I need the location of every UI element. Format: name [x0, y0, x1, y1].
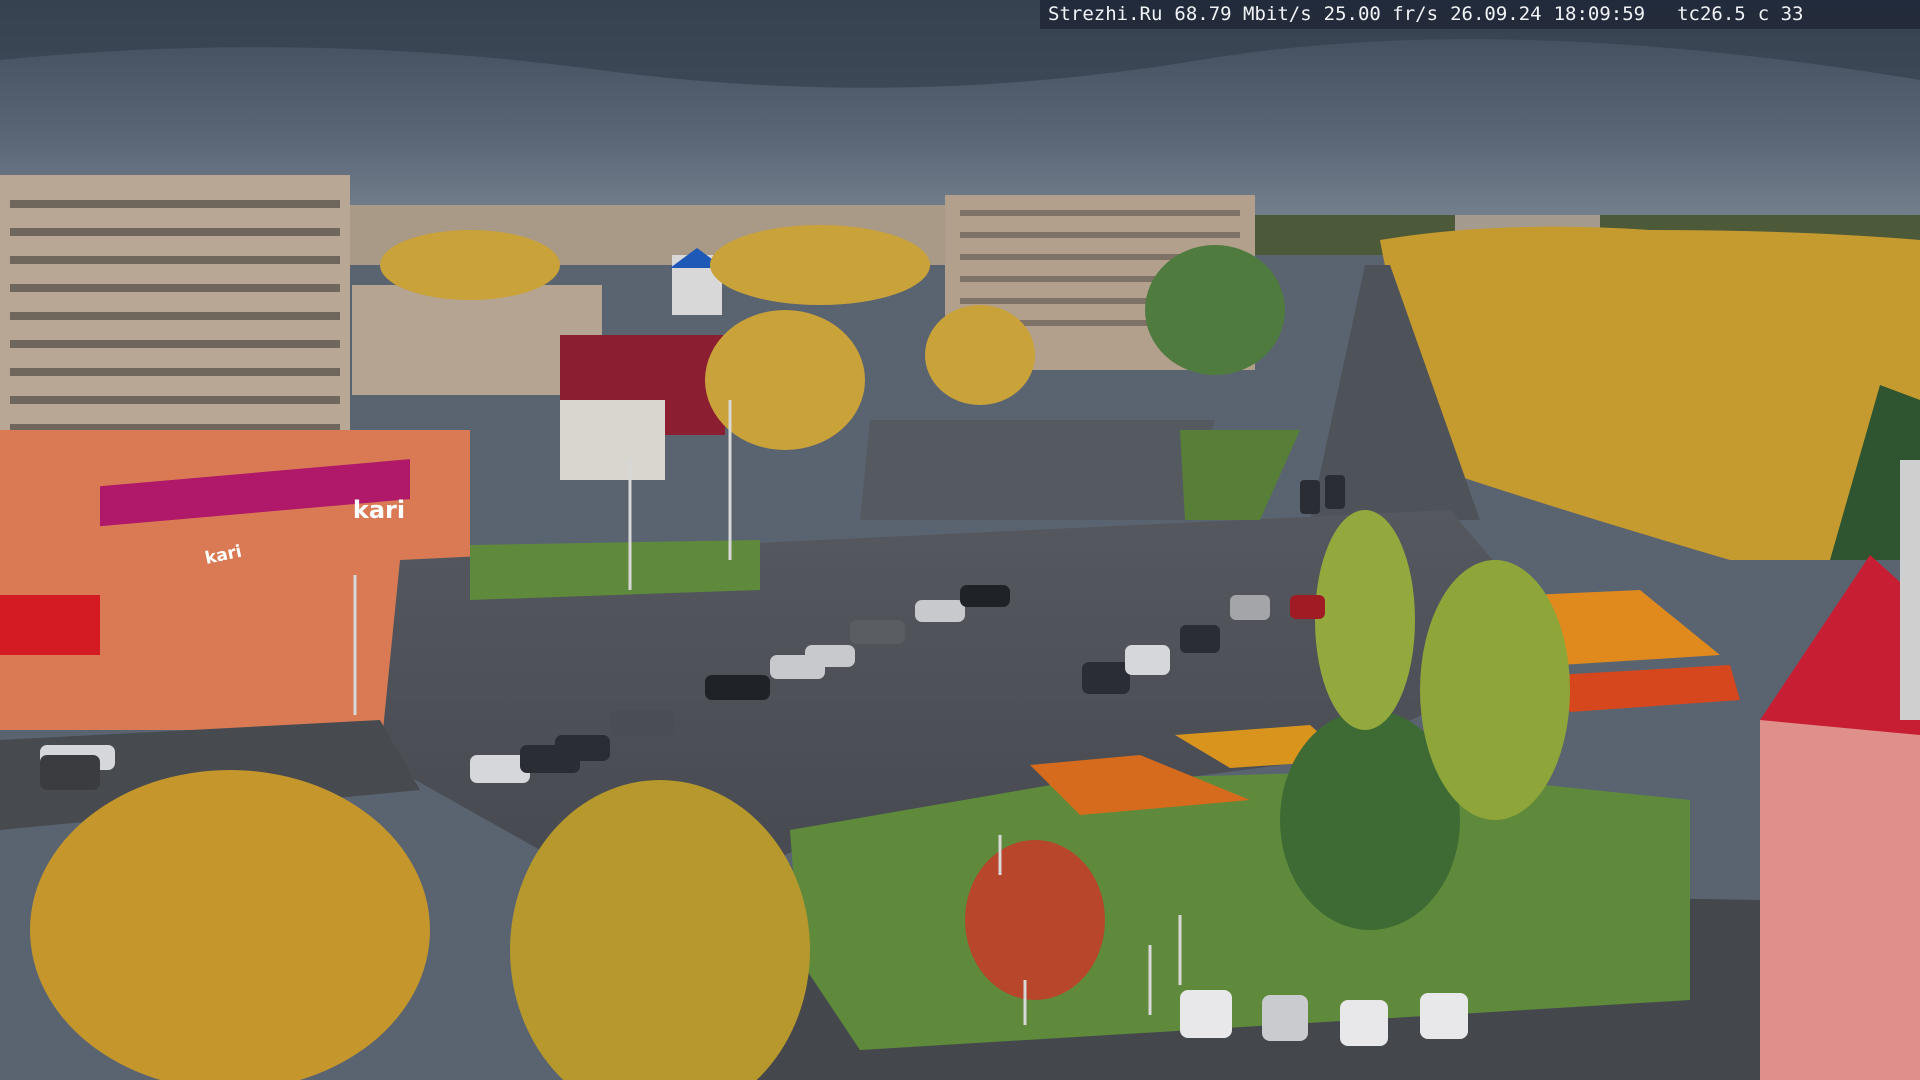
grass-avenue: [1180, 430, 1300, 520]
grey-facade-right: [1900, 460, 1920, 720]
upper-plaza: [860, 420, 1215, 520]
osd-camera: c 33: [1757, 3, 1804, 25]
webcam-scene: [0, 0, 1920, 1080]
osd-temperature: tc26.5: [1677, 3, 1746, 25]
osd-date: 26.09.24: [1450, 3, 1542, 25]
storefront-red-canopy: [0, 595, 100, 655]
flower-bed-4: [1555, 665, 1740, 712]
osd-site: Strezhi.Ru: [1048, 3, 1163, 25]
camera-osd-overlay: Strezhi.Ru 68.79 Mbit/s 25.00 fr/s 26.09.24…: [1040, 0, 1920, 29]
osd-bitrate: 68.79 Mbit/s: [1174, 3, 1312, 25]
grass-lawn: [790, 770, 1690, 1050]
storefront-sign-kari: kari: [352, 496, 406, 524]
osd-time: 18:09:59: [1553, 3, 1646, 25]
grass-left: [470, 540, 760, 600]
osd-framerate: 25.00 fr/s: [1323, 3, 1439, 25]
white-building: [560, 400, 665, 480]
red-tower: [1760, 720, 1920, 1080]
